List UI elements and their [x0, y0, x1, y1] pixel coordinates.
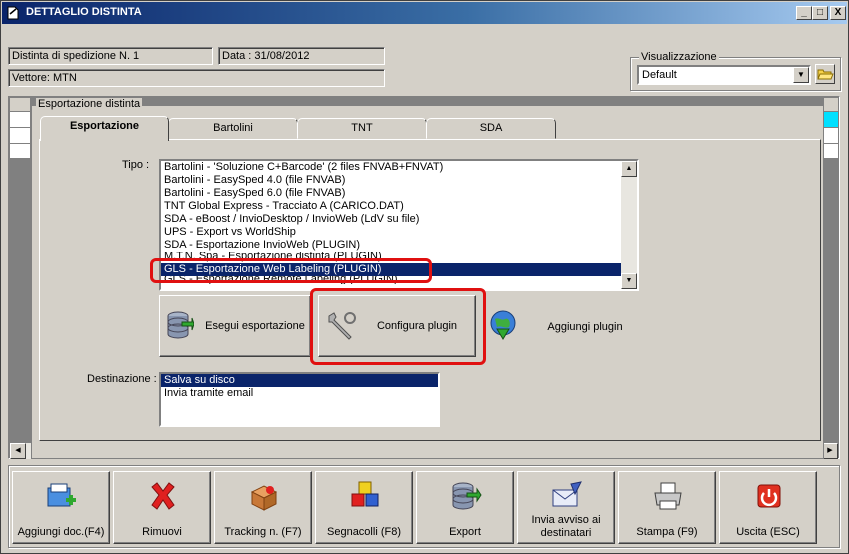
mail-send-icon — [552, 481, 582, 507]
list-item[interactable]: M.T.N. Spa - Esportazione distinta (PLUG… — [161, 252, 621, 263]
stampa-button[interactable]: Stampa (F9) — [618, 471, 716, 544]
tipo-listbox[interactable]: Bartolini - 'Soluzione C+Barcode' (2 fil… — [159, 159, 639, 291]
open-folder-button[interactable] — [815, 64, 835, 84]
list-item-selected[interactable]: Salva su disco — [161, 374, 438, 387]
aggiungi-plugin-button[interactable]: Aggiungi plugin — [479, 295, 639, 357]
scroll-up-icon[interactable]: ▲ — [621, 161, 637, 177]
grid-right-edge — [824, 98, 838, 158]
destinazione-label: Destinazione : — [87, 373, 157, 385]
destinazione-listbox[interactable]: Salva su disco Invia tramite email — [159, 372, 440, 427]
esegui-esportazione-button[interactable]: Esegui esportazione — [159, 295, 311, 357]
stampa-label: Stampa (F9) — [636, 526, 698, 538]
power-exit-icon — [757, 484, 781, 508]
tab-esportazione[interactable]: Esportazione — [40, 116, 169, 141]
tracking-button[interactable]: Tracking n. (F7) — [214, 471, 312, 544]
visualizzazione-label: Visualizzazione — [639, 51, 719, 63]
list-item[interactable]: Bartolini - 'Soluzione C+Barcode' (2 fil… — [161, 161, 621, 174]
export-group-label: Esportazione distinta — [36, 98, 143, 110]
esegui-label: Esegui esportazione — [205, 320, 305, 332]
window-title: DETTAGLIO DISTINTA — [26, 6, 142, 18]
tab-tnt[interactable]: TNT — [297, 118, 427, 139]
title-bar[interactable]: DETTAGLIO DISTINTA _ □ X — [2, 2, 847, 24]
tracking-label: Tracking n. (F7) — [224, 526, 302, 538]
configura-plugin-button[interactable]: Configura plugin — [318, 295, 476, 357]
tab-bartolini[interactable]: Bartolini — [168, 118, 298, 139]
aggiungi-doc-button[interactable]: Aggiungi doc.(F4) — [12, 471, 110, 544]
uscita-button[interactable]: Uscita (ESC) — [719, 471, 817, 544]
data-field: Data : 31/08/2012 — [218, 47, 385, 65]
uscita-label: Uscita (ESC) — [736, 526, 800, 538]
list-item[interactable]: GLS - Esportazione Remote Labeling (PLUG… — [161, 276, 621, 284]
tipo-label: Tipo : — [122, 159, 150, 171]
remove-x-icon — [151, 482, 175, 510]
minimize-button[interactable]: _ — [796, 6, 812, 20]
tipo-vscrollbar[interactable]: ▲ ▼ — [621, 161, 637, 289]
configura-label: Configura plugin — [376, 320, 458, 332]
list-item[interactable]: Bartolini - EasySped 4.0 (file FNVAB) — [161, 174, 621, 187]
chevron-down-icon[interactable]: ▼ — [793, 67, 809, 83]
list-item-selected[interactable]: GLS - Esportazione Web Labeling (PLUGIN) — [161, 263, 621, 276]
maximize-button[interactable]: □ — [812, 6, 828, 20]
printer-icon — [654, 482, 682, 510]
segnacolli-button[interactable]: Segnacolli (F8) — [315, 471, 413, 544]
distinta-field: Distinta di spedizione N. 1 — [8, 47, 213, 65]
list-item[interactable]: Invia tramite email — [161, 387, 438, 400]
vettore-field: Vettore: MTN — [8, 69, 385, 87]
scroll-right-icon[interactable]: ▶ — [822, 443, 838, 459]
close-button[interactable]: X — [830, 6, 846, 20]
rimuovi-label: Rimuovi — [142, 526, 182, 538]
list-item[interactable]: SDA - Esportazione InvioWeb (PLUGIN) — [161, 239, 621, 252]
list-item[interactable]: TNT Global Express - Tracciato A (CARICO… — [161, 200, 621, 213]
aggiungi-doc-label: Aggiungi doc.(F4) — [17, 526, 105, 538]
add-plugin-globe-icon — [490, 310, 516, 340]
tab-sda[interactable]: SDA — [426, 118, 556, 139]
invia-avviso-button[interactable]: Invia avviso ai destinatari — [517, 471, 615, 544]
folder-icon — [817, 69, 834, 80]
package-tracking-icon — [250, 485, 278, 511]
database-export-icon — [167, 311, 194, 339]
visualizzazione-value: Default — [642, 69, 677, 81]
aggiungi-label: Aggiungi plugin — [547, 321, 623, 333]
main-window: DETTAGLIO DISTINTA _ □ X Distinta di spe… — [0, 0, 849, 554]
app-icon — [7, 6, 19, 20]
scroll-down-icon[interactable]: ▼ — [621, 273, 637, 289]
export-button[interactable]: Export — [416, 471, 514, 544]
add-document-icon — [47, 483, 76, 507]
export-label: Export — [449, 526, 481, 538]
list-item[interactable]: SDA - eBoost / InvioDesktop / InvioWeb (… — [161, 213, 621, 226]
rimuovi-button[interactable]: Rimuovi — [113, 471, 211, 544]
list-item[interactable]: UPS - Export vs WorldShip — [161, 226, 621, 239]
list-item[interactable]: Bartolini - EasySped 6.0 (file FNVAB) — [161, 187, 621, 200]
grid-left-edge — [10, 98, 30, 158]
cubes-icon — [351, 481, 379, 507]
database-export-icon — [452, 482, 482, 510]
invia-avviso-label: Invia avviso ai destinatari — [531, 514, 601, 539]
visualizzazione-select[interactable]: Default ▼ — [637, 65, 811, 85]
segnacolli-label: Segnacolli (F8) — [327, 526, 401, 538]
scroll-left-icon[interactable]: ◀ — [10, 443, 26, 459]
wrench-icon — [328, 312, 356, 340]
